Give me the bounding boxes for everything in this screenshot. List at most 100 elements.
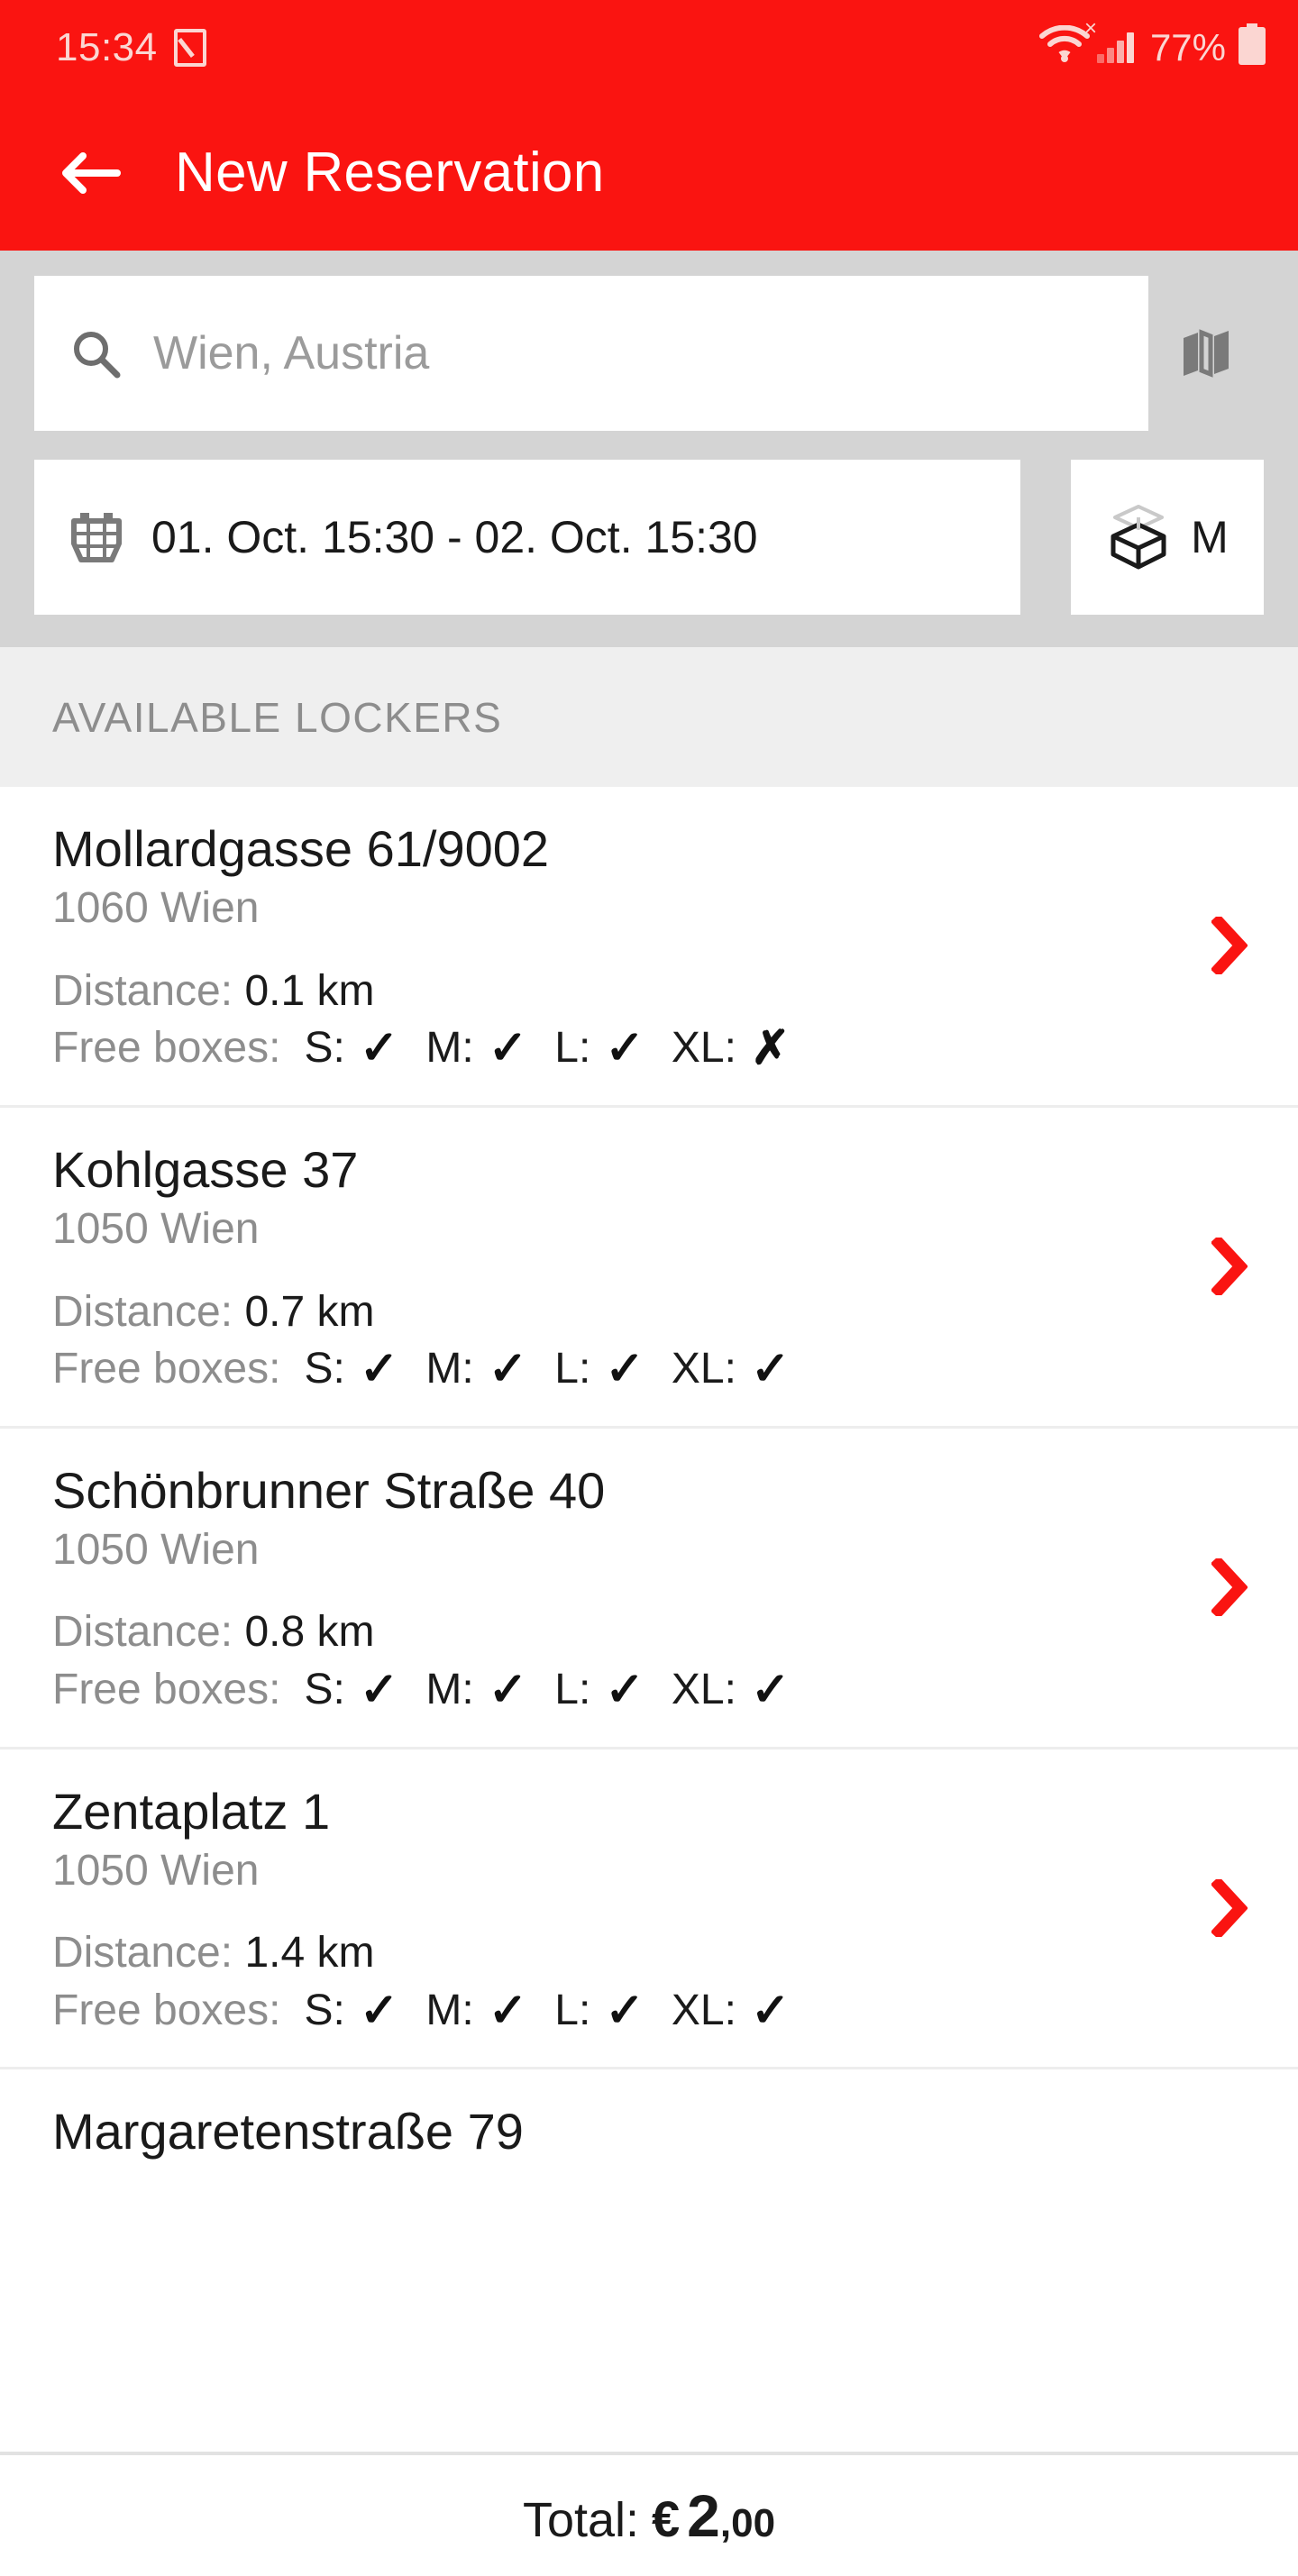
- check-icon: ✓: [488, 1022, 528, 1075]
- date-size-row: 01. Oct. 15:30 - 02. Oct. 15:30 M: [34, 460, 1264, 615]
- check-icon: ✓: [488, 1342, 528, 1395]
- total-text: Total: € 2 ,00: [523, 2481, 775, 2550]
- back-arrow-icon[interactable]: [54, 138, 124, 208]
- check-icon: ✓: [359, 1984, 399, 2037]
- locker-free-boxes: Free boxes: S: ✓ M: ✓ L: ✓ XL: ✓: [52, 1343, 1246, 1395]
- free-boxes-label: Free boxes:: [52, 1986, 281, 2034]
- box-size-name: XL:: [671, 1345, 736, 1393]
- chevron-right-icon[interactable]: [1210, 1235, 1248, 1299]
- distance-value: 1.4 km: [244, 1929, 375, 1978]
- distance-value: 0.1 km: [244, 966, 375, 1015]
- check-icon: ✓: [750, 1663, 791, 1716]
- distance-value: 0.7 km: [244, 1287, 375, 1336]
- total-currency: €: [652, 2490, 681, 2547]
- box-size-name: M:: [425, 1665, 474, 1713]
- locker-free-boxes: Free boxes: S: ✓ M: ✓ L: ✓ XL: ✗: [52, 1022, 1246, 1074]
- box-size-name: S:: [304, 1024, 345, 1073]
- search-row: Wien, Austria: [34, 276, 1264, 431]
- box-size-name: M:: [425, 1024, 474, 1073]
- free-boxes-label: Free boxes:: [52, 1345, 281, 1393]
- check-icon: ✓: [605, 1342, 644, 1395]
- locker-distance: Distance: 0.1 km: [52, 965, 1246, 1018]
- locker-list-item[interactable]: Zentaplatz 1 1050 Wien Distance: 1.4 km Fre…: [0, 1749, 1298, 2070]
- available-lockers-header: AVAILABLE LOCKERS: [0, 647, 1298, 787]
- calendar-icon: [69, 509, 124, 565]
- status-bar: 15:34 × 77%: [0, 0, 1298, 95]
- box-size-availability: S: ✓: [304, 1664, 398, 1716]
- distance-value: 0.8 km: [244, 1608, 375, 1657]
- screenshot-edit-icon: [173, 28, 206, 67]
- cross-icon: ✗: [750, 1022, 791, 1075]
- box-size-name: S:: [304, 1665, 345, 1713]
- wifi-icon: [1038, 24, 1090, 69]
- check-icon: ✓: [359, 1342, 399, 1395]
- box-size-availability: M: ✓: [425, 1343, 527, 1395]
- box-size-name: L:: [554, 1024, 591, 1073]
- locker-name: Mollardgasse 61/9002: [52, 820, 550, 877]
- locker-name: Kohlgasse 37: [52, 1140, 359, 1198]
- date-range-field[interactable]: 01. Oct. 15:30 - 02. Oct. 15:30: [34, 460, 1020, 615]
- battery-percent-label: 77%: [1149, 25, 1226, 69]
- box-size-availability: M: ✓: [425, 1022, 527, 1074]
- chevron-right-icon[interactable]: [1210, 1876, 1248, 1941]
- free-boxes-label: Free boxes:: [52, 1024, 281, 1073]
- map-icon: [1180, 327, 1232, 379]
- locker-free-boxes: Free boxes: S: ✓ M: ✓ L: ✓ XL: ✓: [52, 1664, 1246, 1716]
- locker-list-item[interactable]: Mollardgasse 61/9002 1060 Wien Distance: 0…: [0, 787, 1298, 1108]
- box-size-availability: S: ✓: [304, 1343, 398, 1395]
- box-size-availability: L: ✓: [554, 1022, 644, 1074]
- locker-list-item[interactable]: Margaretenstraße 79: [0, 2069, 1298, 2170]
- locker-list: Mollardgasse 61/9002 1060 Wien Distance: 0…: [0, 787, 1298, 2452]
- box-size-name: S:: [304, 1986, 345, 2034]
- locker-distance: Distance: 0.8 km: [52, 1606, 1246, 1658]
- total-label: Total:: [522, 2493, 640, 2547]
- status-bar-left: 15:34: [56, 24, 206, 69]
- box-size-name: L:: [554, 1986, 591, 2034]
- box-size-availability: M: ✓: [425, 1664, 527, 1716]
- distance-label: Distance:: [52, 966, 233, 1015]
- locker-list-item[interactable]: Schönbrunner Straße 40 1050 Wien Distance:…: [0, 1428, 1298, 1749]
- box-size-availability: XL: ✓: [672, 1343, 791, 1395]
- search-icon: [69, 326, 123, 380]
- check-icon: ✓: [488, 1663, 528, 1716]
- locker-name: Schönbrunner Straße 40: [52, 1461, 606, 1519]
- section-title: AVAILABLE LOCKERS: [52, 693, 503, 741]
- free-boxes-label: Free boxes:: [52, 1665, 281, 1713]
- check-icon: ✓: [488, 1984, 528, 2037]
- box-size-selector[interactable]: M: [1071, 460, 1264, 615]
- box-size-availability: L: ✓: [554, 1343, 644, 1395]
- box-size-name: M:: [425, 1986, 474, 2034]
- box-size-availability: L: ✓: [554, 1985, 644, 2037]
- distance-label: Distance:: [52, 1929, 233, 1978]
- distance-label: Distance:: [52, 1608, 233, 1657]
- row-spacer: [1020, 460, 1071, 615]
- page-title: New Reservation: [175, 142, 605, 204]
- total-amount-integer: 2: [687, 2482, 720, 2549]
- box-size-name: S:: [304, 1345, 345, 1393]
- locker-distance: Distance: 1.4 km: [52, 1927, 1246, 1979]
- battery-icon: [1237, 23, 1267, 71]
- locker-list-item[interactable]: Kohlgasse 37 1050 Wien Distance: 0.7 km Fre…: [0, 1107, 1298, 1429]
- box-size-name: M:: [425, 1345, 474, 1393]
- check-icon: ✓: [605, 1663, 644, 1716]
- box-open-icon: [1106, 502, 1171, 572]
- check-icon: ✓: [359, 1663, 399, 1716]
- status-bar-clock: 15:34: [56, 24, 158, 69]
- total-bar: Total: € 2 ,00: [0, 2452, 1298, 2576]
- box-size-name: L:: [554, 1665, 591, 1713]
- app-root: 15:34 × 77% New Reservation Wien, Austri…: [0, 0, 1298, 2576]
- distance-label: Distance:: [52, 1287, 233, 1336]
- locker-distance: Distance: 0.7 km: [52, 1286, 1246, 1338]
- box-size-name: XL:: [671, 1024, 736, 1073]
- signal-unavailable-badge: ×: [1083, 15, 1097, 41]
- search-input[interactable]: Wien, Austria: [34, 276, 1148, 431]
- search-panel: Wien, Austria 01. Oct. 15:30 - 02. Oct. …: [0, 251, 1298, 647]
- date-range-value: 01. Oct. 15:30 - 02. Oct. 15:30: [151, 512, 758, 562]
- locker-name: Zentaplatz 1: [52, 1782, 331, 1840]
- chevron-right-icon[interactable]: [1210, 1555, 1248, 1620]
- box-size-availability: XL: ✓: [672, 1664, 791, 1716]
- box-size-availability: XL: ✓: [672, 1985, 791, 2037]
- map-toggle-button[interactable]: [1148, 276, 1264, 431]
- status-bar-right: × 77%: [1038, 17, 1267, 71]
- chevron-right-icon[interactable]: [1210, 914, 1248, 978]
